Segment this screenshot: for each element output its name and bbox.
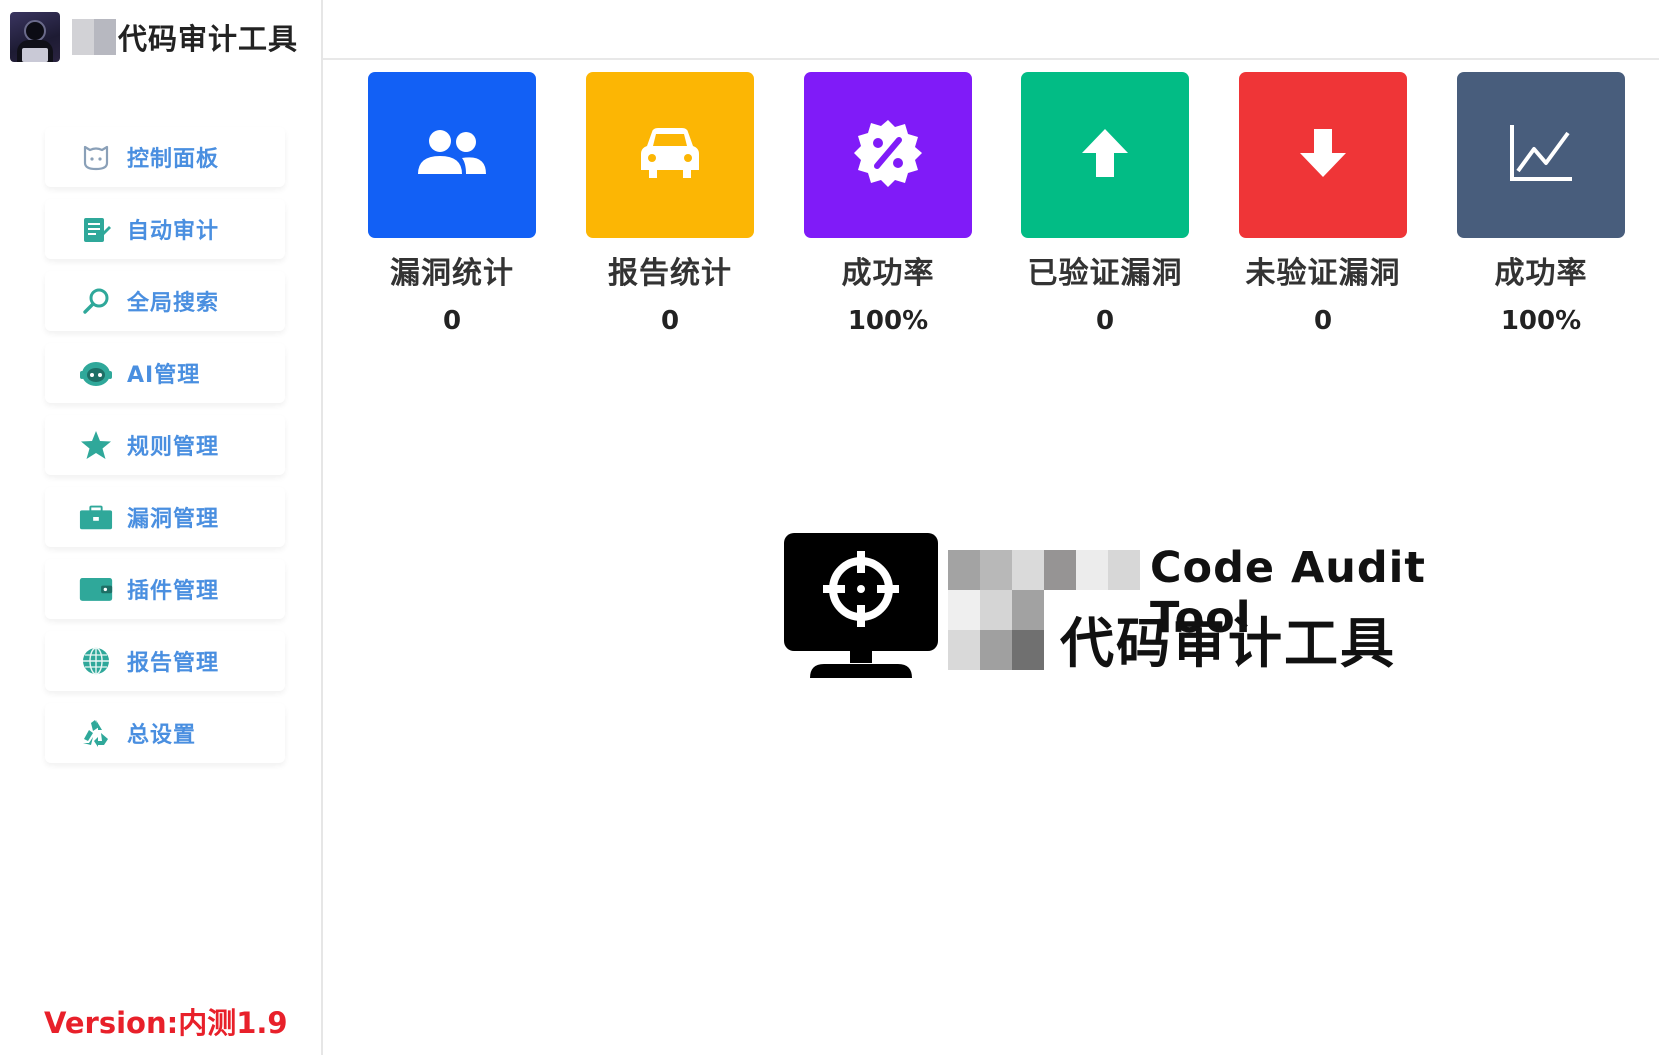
- logo-title-cn: 代码审计工具: [1060, 612, 1396, 675]
- stat-card-success-rate[interactable]: 成功率 100%: [804, 72, 972, 336]
- brand-redacted-text: [72, 19, 116, 55]
- app-title: 代码审计工具: [118, 22, 299, 56]
- sidebar-item-label: 插件管理: [127, 579, 220, 604]
- stat-box: [1021, 72, 1189, 238]
- sidebar-item-dashboard[interactable]: 控制面板: [45, 127, 285, 187]
- arrow-up-icon: [1080, 127, 1130, 183]
- sidebar-item-label: 规则管理: [127, 435, 220, 460]
- users-icon: [415, 128, 489, 182]
- sidebar-item-label: AI管理: [127, 363, 201, 388]
- stat-value: 0: [442, 306, 462, 336]
- robot-icon: [79, 356, 113, 390]
- sidebar-item-label: 全局搜索: [127, 291, 220, 316]
- sidebar: 代码审计工具 控制面板 自动审计 全局搜索 AI管理 规则管理 漏洞管理 插件管…: [0, 0, 323, 1055]
- dashboard-icon: [79, 140, 113, 174]
- line-chart-icon: [1508, 123, 1574, 187]
- stat-card-vulnerabilities[interactable]: 漏洞统计 0: [368, 72, 536, 336]
- stat-box: [1239, 72, 1407, 238]
- stat-card-unverified[interactable]: 未验证漏洞 0: [1239, 72, 1407, 336]
- car-icon: [639, 126, 701, 184]
- stat-label: 已验证漏洞: [1027, 256, 1183, 291]
- stat-value: 0: [660, 306, 680, 336]
- stat-box: [804, 72, 972, 238]
- stat-label: 报告统计: [608, 256, 732, 291]
- sidebar-item-label: 漏洞管理: [127, 507, 220, 532]
- sidebar-item-label: 报告管理: [127, 651, 220, 676]
- stat-card-reports[interactable]: 报告统计 0: [586, 72, 754, 336]
- header-divider: [323, 58, 1659, 60]
- stat-value: 100%: [1500, 306, 1582, 336]
- sidebar-item-label: 总设置: [127, 723, 197, 748]
- sidebar-item-label: 控制面板: [127, 147, 220, 172]
- stat-box: [368, 72, 536, 238]
- version-label: Version:内测1.9: [44, 1006, 288, 1040]
- target-monitor-icon: [784, 533, 938, 678]
- sidebar-item-reports[interactable]: 报告管理: [45, 631, 285, 691]
- sidebar-item-plugins[interactable]: 插件管理: [45, 559, 285, 619]
- search-icon: [79, 284, 113, 318]
- briefcase-icon: [79, 500, 113, 534]
- sidebar-item-vulnerabilities[interactable]: 漏洞管理: [45, 487, 285, 547]
- sidebar-item-ai[interactable]: AI管理: [45, 343, 285, 403]
- stat-card-verified[interactable]: 已验证漏洞 0: [1021, 72, 1189, 336]
- sidebar-item-rules[interactable]: 规则管理: [45, 415, 285, 475]
- sidebar-nav: 控制面板 自动审计 全局搜索 AI管理 规则管理 漏洞管理 插件管理 报告管理 …: [45, 127, 285, 775]
- sidebar-item-label: 自动审计: [127, 219, 220, 244]
- stat-card-success-rate-2[interactable]: 成功率 100%: [1457, 72, 1625, 336]
- stat-label: 成功率: [1494, 256, 1588, 291]
- stat-value: 0: [1313, 306, 1333, 336]
- arrow-down-icon: [1298, 127, 1348, 183]
- stat-box: [1457, 72, 1625, 238]
- stat-box: [586, 72, 754, 238]
- avatar: [10, 12, 60, 62]
- stat-label: 未验证漏洞: [1245, 256, 1401, 291]
- sidebar-item-auto-audit[interactable]: 自动审计: [45, 199, 285, 259]
- star-icon: [79, 428, 113, 462]
- sidebar-item-global-search[interactable]: 全局搜索: [45, 271, 285, 331]
- recycle-icon: [79, 716, 113, 750]
- center-logo: Code Audit Tool 代码审计工具: [784, 533, 1504, 678]
- stat-label: 漏洞统计: [390, 256, 514, 291]
- brand: 代码审计工具: [10, 10, 298, 64]
- sidebar-item-settings[interactable]: 总设置: [45, 703, 285, 763]
- globe-icon: [79, 644, 113, 678]
- stat-value: 100%: [847, 306, 929, 336]
- edit-document-icon: [79, 212, 113, 246]
- stat-value: 0: [1095, 306, 1115, 336]
- stat-label: 成功率: [841, 256, 935, 291]
- percent-badge-icon: [853, 118, 923, 192]
- wallet-icon: [79, 572, 113, 606]
